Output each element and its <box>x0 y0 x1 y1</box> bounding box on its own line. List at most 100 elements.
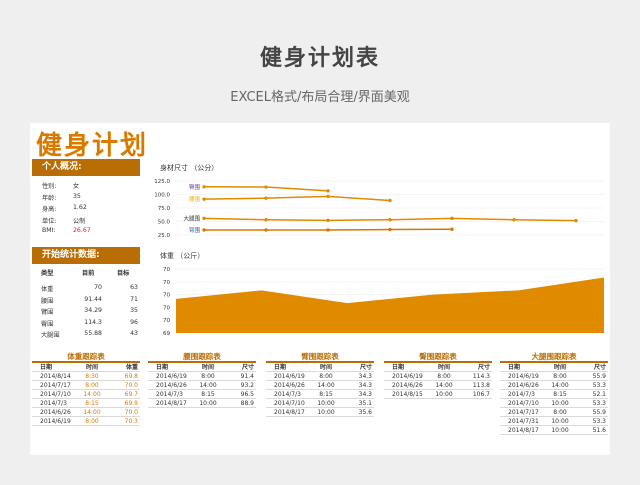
tracker-row: 2014/6/19 8:00 34.3 <box>266 372 374 381</box>
stats-column-header: 目标 <box>117 270 130 277</box>
tracker-cell: 8:15 <box>85 400 99 407</box>
profile-header: 个人概况: <box>32 159 140 176</box>
profile-value: 公制 <box>73 217 86 225</box>
data-point <box>388 227 392 232</box>
tracker-cell: 2014/6/26 <box>274 382 305 389</box>
y-tick-label: 100.0 <box>154 193 170 199</box>
tracker-row: 2014/8/14 8:30 69.8 <box>32 372 140 381</box>
tracker-cell: 10:00 <box>317 409 335 416</box>
tracker-row: 2014/6/26 14:00 53.3 <box>500 381 608 390</box>
tracker-cell: 8:00 <box>553 409 567 416</box>
tracker-row: 2014/8/17 10:00 88.9 <box>148 399 256 408</box>
tracker-cell: 2014/7/17 <box>508 409 539 416</box>
tracker-cell: 34.3 <box>358 373 372 380</box>
tracker-cell: 69.7 <box>124 391 138 398</box>
tracker-cell: 14:00 <box>435 382 453 389</box>
stats-cell: 臂围 <box>41 309 54 316</box>
stats-cell: 臀围 <box>41 320 54 328</box>
tracker-cell: 2014/6/19 <box>392 373 423 380</box>
stats-row: 臀围 114.3 96 <box>41 319 139 329</box>
tracker-cell: 2014/6/19 <box>508 373 539 380</box>
tracker-cell: 2014/7/3 <box>274 391 301 398</box>
tracker-column-header: 日期 <box>508 364 521 371</box>
tracker-cell: 93.2 <box>240 382 254 389</box>
tracker-cell: 8:00 <box>201 373 215 380</box>
tracker-cell: 70.0 <box>124 409 138 416</box>
tracker-table: 臀围跟踪表 日期 时间 尺寸 2014/6/19 8:00 114.3 2014/6/26 14… <box>384 352 492 399</box>
series-label: 大腿围 <box>183 214 200 222</box>
tracker-row: 2014/8/17 10:00 51.6 <box>500 426 608 435</box>
tracker-cell: 10:00 <box>551 400 569 407</box>
tracker-cell: 8:00 <box>553 373 567 380</box>
tracker-row: 2014/6/26 14:00 113.8 <box>384 381 492 390</box>
tracker-column-header: 尺寸 <box>359 364 372 371</box>
data-point <box>574 218 578 223</box>
tracker-header-row: 日期 时间 尺寸 <box>148 363 256 372</box>
profile-value: 1.62 <box>73 204 87 211</box>
tracker-row: 2014/6/26 14:00 70.0 <box>32 408 140 417</box>
stats-cell: 43 <box>130 330 138 337</box>
data-point <box>202 185 206 189</box>
profile-label: 身高: <box>42 206 57 213</box>
tracker-cell: 55.9 <box>592 373 606 380</box>
tracker-column-header: 时间 <box>319 364 332 371</box>
data-point <box>512 218 516 222</box>
profile-value: 女 <box>73 183 80 190</box>
tracker-title: 大腿围跟踪表 <box>531 352 577 361</box>
tracker-cell: 2014/7/31 <box>508 418 539 425</box>
tracker-cell: 70.0 <box>124 382 138 389</box>
stats-cell: 91.44 <box>84 295 102 303</box>
data-point <box>202 228 206 232</box>
weight-chart: 70 70 70 70 70 69 <box>163 267 604 337</box>
tracker-cell: 2014/7/10 <box>40 391 71 398</box>
weight-area <box>176 277 604 333</box>
tracker-cell: 8:00 <box>437 373 451 380</box>
tracker-cell: 34.3 <box>358 382 372 389</box>
tracker-cell: 10:00 <box>551 427 569 434</box>
stats-cell: 34.29 <box>84 307 102 314</box>
y-tick-label: 70 <box>163 293 170 299</box>
data-point <box>326 189 330 193</box>
tracker-cell: 14:00 <box>83 409 101 416</box>
tracker-row: 2014/6/26 14:00 34.3 <box>266 381 374 390</box>
tracker-cell: 2014/6/19 <box>274 373 305 380</box>
tracker-cell: 8:15 <box>553 391 567 398</box>
tracker-cell: 2014/8/17 <box>274 409 305 416</box>
tracker-cell: 2014/6/26 <box>40 409 71 416</box>
tracker-cell: 53.3 <box>592 400 606 407</box>
tracker-cell: 2014/6/26 <box>508 382 539 389</box>
tracker-cell: 8:15 <box>201 391 215 398</box>
data-point <box>450 227 454 231</box>
tracker-column-header: 体重 <box>125 364 138 371</box>
stats-row: 体重 70 63 <box>41 284 139 294</box>
series-label: 腰围 <box>189 196 201 203</box>
tracker-cell: 8:30 <box>85 373 99 380</box>
series-label: 臂围 <box>189 226 201 234</box>
profile-label: 单位: <box>42 217 57 225</box>
tracker-cell: 53.3 <box>592 418 606 425</box>
tracker-cell: 2014/8/17 <box>156 400 187 407</box>
tracker-cell: 113.8 <box>472 382 490 389</box>
tracker-cell: 10:00 <box>551 418 569 425</box>
stats-cell: 63 <box>130 284 138 291</box>
data-point <box>264 196 268 200</box>
stats-cell: 55.88 <box>84 330 102 337</box>
tracker-column-header: 日期 <box>274 364 287 371</box>
tracker-cell: 88.9 <box>240 400 254 407</box>
tracker-header-row: 日期 时间 尺寸 <box>266 363 374 372</box>
stats-cell: 96 <box>130 318 138 326</box>
tracker-cell: 14:00 <box>317 382 335 389</box>
tracker-row: 2014/7/3 8:15 69.9 <box>32 399 140 408</box>
tracker-cell: 69.9 <box>124 400 138 407</box>
tracker-cell: 2014/7/17 <box>40 382 71 389</box>
tracker-cell: 2014/8/17 <box>508 427 539 434</box>
tracker-cell: 14:00 <box>199 382 217 389</box>
y-tick-label: 25.0 <box>158 233 171 239</box>
tracker-cell: 10:00 <box>317 400 335 407</box>
data-point <box>264 185 268 189</box>
data-point <box>450 216 454 221</box>
tracker-column-header: 尺寸 <box>477 364 490 371</box>
y-tick-label: 70 <box>163 305 170 311</box>
tracker-row: 2014/8/15 10:00 106.7 <box>384 390 492 399</box>
tracker-cell: 2014/7/3 <box>40 400 67 407</box>
